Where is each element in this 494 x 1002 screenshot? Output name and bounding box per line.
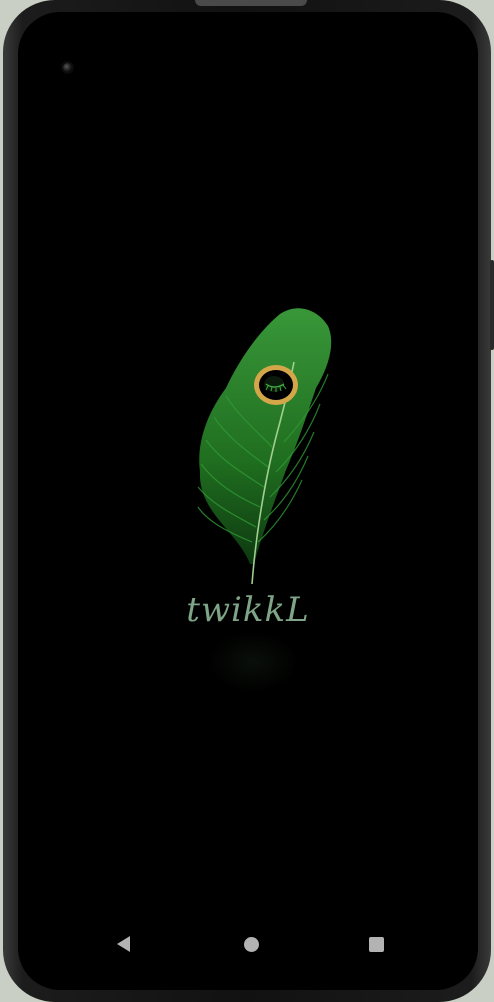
home-circle-icon[interactable] xyxy=(244,937,259,952)
recents-square-icon[interactable] xyxy=(369,937,384,952)
peacock-feather-icon xyxy=(197,308,332,585)
brand-name: twikkL xyxy=(186,590,310,630)
device-side-button xyxy=(490,260,494,350)
phone-frame: twikkL xyxy=(3,0,494,1002)
screen: twikkL xyxy=(18,12,478,990)
system-navigation-bar xyxy=(18,910,478,990)
logo-reflection xyxy=(208,632,298,692)
back-triangle-icon[interactable] xyxy=(117,936,130,952)
device-speaker-bump xyxy=(195,0,307,6)
splash-screen: twikkL xyxy=(18,12,478,990)
